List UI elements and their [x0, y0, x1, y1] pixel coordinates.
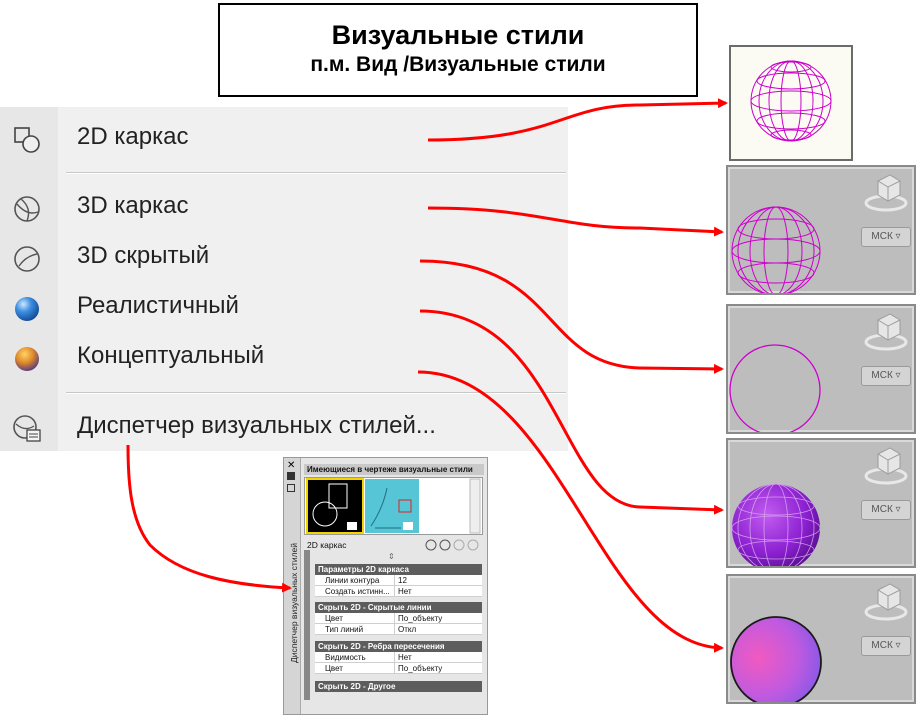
- arrow-conceptual: [417, 370, 724, 653]
- arrow-3d-hidden: [419, 259, 724, 374]
- callout-arrows: [126, 98, 728, 653]
- arrow-styles-manager: [126, 444, 292, 593]
- arrow-2d-wireframe: [427, 98, 728, 142]
- arrow-3d-wireframe: [427, 206, 724, 237]
